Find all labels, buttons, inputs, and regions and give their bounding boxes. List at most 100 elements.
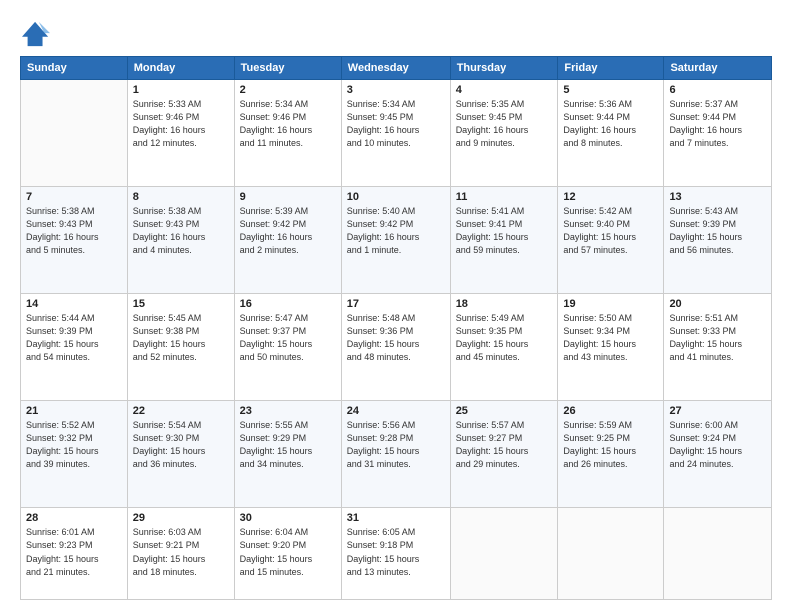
calendar-cell: 21Sunrise: 5:52 AMSunset: 9:32 PMDayligh…	[21, 401, 128, 508]
day-number: 10	[347, 191, 445, 203]
calendar-cell: 22 Sunrise: 5:54 AMSunset: 9:30 PMDayligh…	[127, 401, 234, 508]
calendar-cell: 1 Sunrise: 5:33 AMSunset: 9:46 PMDaylight…	[127, 80, 234, 187]
day-info: Sunrise: 6:04 AMSunset: 9:20 PMDaylight:…	[240, 526, 336, 578]
day-number: 4	[456, 84, 553, 96]
calendar-cell: 8 Sunrise: 5:38 AMSunset: 9:43 PMDaylight…	[127, 187, 234, 294]
day-number: 19	[563, 298, 658, 310]
day-number: 18	[456, 298, 553, 310]
calendar-week-1: 1 Sunrise: 5:33 AMSunset: 9:46 PMDaylight…	[21, 80, 772, 187]
calendar-week-2: 7 Sunrise: 5:38 AMSunset: 9:43 PMDaylight…	[21, 187, 772, 294]
calendar-week-3: 14Sunrise: 5:44 AMSunset: 9:39 PMDayligh…	[21, 294, 772, 401]
day-number: 22	[133, 405, 229, 417]
calendar-cell: 31Sunrise: 6:05 AMSunset: 9:18 PMDayligh…	[341, 508, 450, 600]
day-info: Sunrise: 5:56 AMSunset: 9:28 PMDaylight:…	[347, 419, 445, 471]
day-number: 20	[669, 298, 766, 310]
day-info: Sunrise: 5:44 AMSunset: 9:39 PMDaylight:…	[26, 312, 122, 364]
day-number: 11	[456, 191, 553, 203]
logo	[20, 20, 50, 48]
calendar-cell: 26 Sunrise: 5:59 AMSunset: 9:25 PMDayligh…	[558, 401, 664, 508]
day-number: 1	[133, 84, 229, 96]
weekday-header-monday: Monday	[127, 57, 234, 80]
day-info: Sunrise: 5:34 AMSunset: 9:46 PMDaylight:…	[240, 98, 336, 150]
day-info: Sunrise: 5:40 AMSunset: 9:42 PMDaylight:…	[347, 205, 445, 257]
day-info: Sunrise: 5:45 AMSunset: 9:38 PMDaylight:…	[133, 312, 229, 364]
calendar-cell: 16 Sunrise: 5:47 AMSunset: 9:37 PMDayligh…	[234, 294, 341, 401]
day-info: Sunrise: 5:52 AMSunset: 9:32 PMDaylight:…	[26, 419, 122, 471]
calendar-cell: 28Sunrise: 6:01 AMSunset: 9:23 PMDayligh…	[21, 508, 128, 600]
day-number: 16	[240, 298, 336, 310]
calendar-cell: 13 Sunrise: 5:43 AMSunset: 9:39 PMDayligh…	[664, 187, 772, 294]
day-info: Sunrise: 5:34 AMSunset: 9:45 PMDaylight:…	[347, 98, 445, 150]
day-number: 15	[133, 298, 229, 310]
calendar-cell: 20 Sunrise: 5:51 AMSunset: 9:33 PMDayligh…	[664, 294, 772, 401]
logo-icon	[22, 20, 50, 48]
day-number: 24	[347, 405, 445, 417]
day-number: 29	[133, 512, 229, 524]
weekday-header-tuesday: Tuesday	[234, 57, 341, 80]
calendar-cell: 14Sunrise: 5:44 AMSunset: 9:39 PMDayligh…	[21, 294, 128, 401]
weekday-header-sunday: Sunday	[21, 57, 128, 80]
day-info: Sunrise: 5:48 AMSunset: 9:36 PMDaylight:…	[347, 312, 445, 364]
day-info: Sunrise: 5:57 AMSunset: 9:27 PMDaylight:…	[456, 419, 553, 471]
calendar-week-5: 28Sunrise: 6:01 AMSunset: 9:23 PMDayligh…	[21, 508, 772, 600]
day-info: Sunrise: 5:33 AMSunset: 9:46 PMDaylight:…	[133, 98, 229, 150]
calendar-cell: 17 Sunrise: 5:48 AMSunset: 9:36 PMDayligh…	[341, 294, 450, 401]
calendar-cell: 29 Sunrise: 6:03 AMSunset: 9:21 PMDayligh…	[127, 508, 234, 600]
weekday-header-thursday: Thursday	[450, 57, 558, 80]
calendar-cell: 9 Sunrise: 5:39 AMSunset: 9:42 PMDaylight…	[234, 187, 341, 294]
calendar-cell: 5Sunrise: 5:36 AMSunset: 9:44 PMDaylight…	[558, 80, 664, 187]
calendar-cell: 6Sunrise: 5:37 AMSunset: 9:44 PMDaylight…	[664, 80, 772, 187]
day-number: 27	[669, 405, 766, 417]
calendar-cell: 3 Sunrise: 5:34 AMSunset: 9:45 PMDaylight…	[341, 80, 450, 187]
day-info: Sunrise: 5:47 AMSunset: 9:37 PMDaylight:…	[240, 312, 336, 364]
calendar-cell: 18Sunrise: 5:49 AMSunset: 9:35 PMDayligh…	[450, 294, 558, 401]
page: SundayMondayTuesdayWednesdayThursdayFrid…	[0, 0, 792, 612]
day-info: Sunrise: 5:38 AMSunset: 9:43 PMDaylight:…	[133, 205, 229, 257]
calendar-cell: 10 Sunrise: 5:40 AMSunset: 9:42 PMDayligh…	[341, 187, 450, 294]
day-info: Sunrise: 5:59 AMSunset: 9:25 PMDaylight:…	[563, 419, 658, 471]
day-info: Sunrise: 5:55 AMSunset: 9:29 PMDaylight:…	[240, 419, 336, 471]
day-number: 31	[347, 512, 445, 524]
weekday-header-saturday: Saturday	[664, 57, 772, 80]
calendar-cell: 19 Sunrise: 5:50 AMSunset: 9:34 PMDayligh…	[558, 294, 664, 401]
day-info: Sunrise: 5:54 AMSunset: 9:30 PMDaylight:…	[133, 419, 229, 471]
day-info: Sunrise: 5:35 AMSunset: 9:45 PMDaylight:…	[456, 98, 553, 150]
calendar-cell	[450, 508, 558, 600]
day-number: 7	[26, 191, 122, 203]
day-info: Sunrise: 5:41 AMSunset: 9:41 PMDaylight:…	[456, 205, 553, 257]
day-number: 17	[347, 298, 445, 310]
day-number: 30	[240, 512, 336, 524]
day-number: 9	[240, 191, 336, 203]
day-number: 5	[563, 84, 658, 96]
calendar-cell	[21, 80, 128, 187]
day-info: Sunrise: 5:37 AMSunset: 9:44 PMDaylight:…	[669, 98, 766, 150]
calendar-cell: 11 Sunrise: 5:41 AMSunset: 9:41 PMDayligh…	[450, 187, 558, 294]
day-number: 28	[26, 512, 122, 524]
day-info: Sunrise: 5:43 AMSunset: 9:39 PMDaylight:…	[669, 205, 766, 257]
calendar-cell: 30 Sunrise: 6:04 AMSunset: 9:20 PMDayligh…	[234, 508, 341, 600]
day-number: 26	[563, 405, 658, 417]
calendar-cell: 24 Sunrise: 5:56 AMSunset: 9:28 PMDayligh…	[341, 401, 450, 508]
day-info: Sunrise: 5:51 AMSunset: 9:33 PMDaylight:…	[669, 312, 766, 364]
day-info: Sunrise: 5:50 AMSunset: 9:34 PMDaylight:…	[563, 312, 658, 364]
day-number: 2	[240, 84, 336, 96]
day-number: 3	[347, 84, 445, 96]
calendar-cell: 2 Sunrise: 5:34 AMSunset: 9:46 PMDaylight…	[234, 80, 341, 187]
calendar-table: SundayMondayTuesdayWednesdayThursdayFrid…	[20, 56, 772, 600]
day-number: 12	[563, 191, 658, 203]
weekday-header-wednesday: Wednesday	[341, 57, 450, 80]
day-info: Sunrise: 5:39 AMSunset: 9:42 PMDaylight:…	[240, 205, 336, 257]
day-number: 25	[456, 405, 553, 417]
day-number: 13	[669, 191, 766, 203]
calendar-week-4: 21Sunrise: 5:52 AMSunset: 9:32 PMDayligh…	[21, 401, 772, 508]
weekday-header-row: SundayMondayTuesdayWednesdayThursdayFrid…	[21, 57, 772, 80]
day-info: Sunrise: 6:00 AMSunset: 9:24 PMDaylight:…	[669, 419, 766, 471]
calendar-cell: 7 Sunrise: 5:38 AMSunset: 9:43 PMDaylight…	[21, 187, 128, 294]
day-info: Sunrise: 5:38 AMSunset: 9:43 PMDaylight:…	[26, 205, 122, 257]
day-number: 23	[240, 405, 336, 417]
calendar-cell: 23 Sunrise: 5:55 AMSunset: 9:29 PMDayligh…	[234, 401, 341, 508]
day-info: Sunrise: 6:03 AMSunset: 9:21 PMDaylight:…	[133, 526, 229, 578]
header	[20, 16, 772, 48]
calendar-cell	[558, 508, 664, 600]
day-number: 8	[133, 191, 229, 203]
